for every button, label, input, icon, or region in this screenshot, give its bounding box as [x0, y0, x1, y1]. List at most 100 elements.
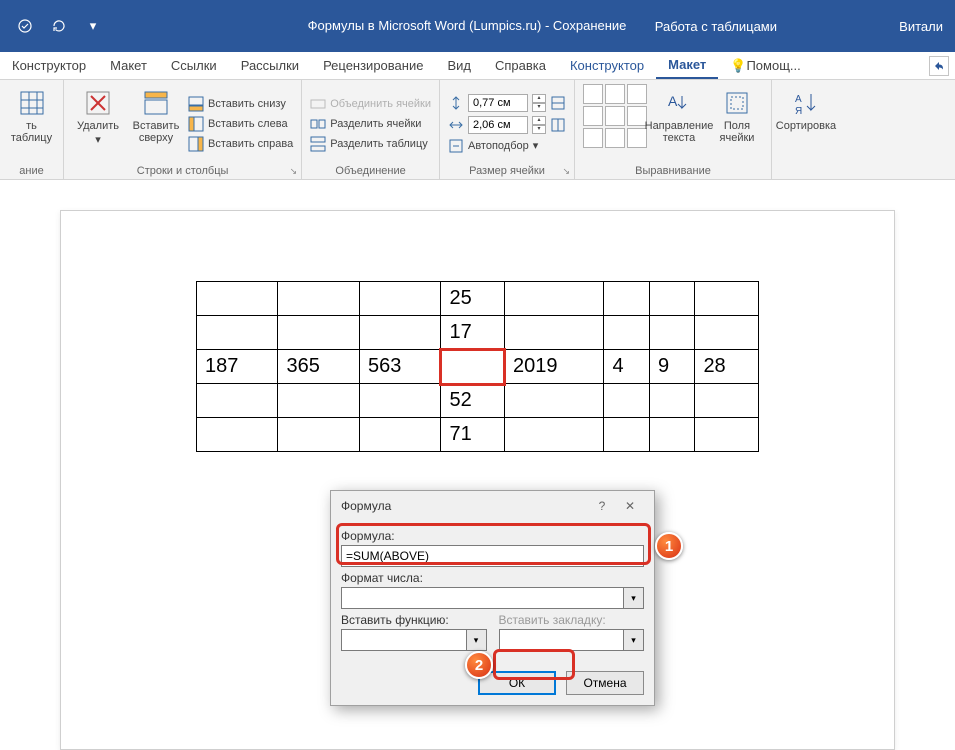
align-bc[interactable] [605, 128, 625, 148]
ribbon-tabstrip: Конструктор Макет Ссылки Рассылки Реценз… [0, 52, 955, 80]
group-label-rows-cols: Строки и столбцы↘ [72, 163, 293, 177]
draw-table-button[interactable]: ть таблицу [8, 84, 55, 163]
autofit-icon [448, 138, 464, 154]
title-bar: ▾ Формулы в Microsoft Word (Lumpics.ru) … [0, 0, 955, 52]
autosave-toggle[interactable] [12, 13, 38, 39]
width-spinner[interactable]: ▴▾ [532, 116, 546, 134]
tab-references[interactable]: Ссылки [159, 52, 229, 79]
insert-above-icon [141, 88, 171, 118]
user-name[interactable]: Витали [899, 19, 943, 34]
formula-input[interactable] [341, 545, 644, 567]
split-table-button[interactable]: Разделить таблицу [310, 136, 431, 152]
formula-dialog: Формула ? ✕ Формула: Формат числа: ▾ Вст… [330, 490, 655, 706]
table-row: 25 [197, 282, 759, 316]
tab-constructor[interactable]: Конструктор [0, 52, 98, 79]
dialog-launcher-icon[interactable]: ↘ [562, 166, 570, 177]
word-table[interactable]: 25 17 18736556320194928 52 71 [196, 281, 759, 452]
table-row: 17 [197, 316, 759, 350]
chevron-down-icon[interactable]: ▾ [624, 587, 644, 609]
delete-label: Удалить [77, 120, 119, 132]
align-tl[interactable] [583, 84, 603, 104]
table-row: 18736556320194928 [197, 350, 759, 384]
number-format-label: Формат числа: [341, 571, 644, 585]
dialog-title: Формула [341, 499, 391, 513]
insert-bookmark-label: Вставить закладку: [499, 613, 645, 627]
group-label-draw: ание [8, 163, 55, 177]
svg-text:Я: Я [795, 106, 802, 116]
distribute-rows-icon[interactable] [550, 95, 566, 111]
svg-text:A: A [668, 93, 678, 109]
col-width-icon [448, 117, 464, 133]
refresh-icon[interactable] [46, 13, 72, 39]
tab-tellme[interactable]: 💡 Помощ... [718, 52, 812, 79]
insert-below-button[interactable]: Вставить снизу [188, 96, 293, 112]
help-button[interactable]: ? [588, 499, 616, 513]
ribbon: ть таблицу ание Удалить▾ Вставить сверху… [0, 80, 955, 180]
chevron-down-icon[interactable]: ▾ [624, 629, 644, 651]
insert-left-button[interactable]: Вставить слева [188, 116, 293, 132]
row-height-input[interactable] [468, 94, 528, 112]
sort-button[interactable]: АЯСортировка [780, 84, 832, 175]
tab-mailings[interactable]: Рассылки [229, 52, 311, 79]
chevron-down-icon[interactable]: ▾ [467, 629, 487, 651]
ok-button[interactable]: ОК [478, 671, 556, 695]
formula-label: Формула: [341, 529, 644, 543]
split-icon [310, 116, 326, 132]
cell-margins-icon [722, 88, 752, 118]
insert-left-icon [188, 116, 204, 132]
number-format-combo[interactable]: ▾ [341, 587, 644, 609]
tellme-label: Помощ... [746, 58, 800, 73]
align-tc[interactable] [605, 84, 625, 104]
alignment-grid [583, 84, 647, 163]
grid-icon [17, 88, 47, 118]
qat-dropdown[interactable]: ▾ [80, 13, 106, 39]
tab-layout[interactable]: Макет [98, 52, 159, 79]
close-button[interactable]: ✕ [616, 499, 644, 513]
col-width-input[interactable] [468, 116, 528, 134]
insert-function-combo[interactable]: ▾ [341, 629, 487, 651]
delete-button[interactable]: Удалить▾ [72, 84, 124, 163]
tab-review[interactable]: Рецензирование [311, 52, 435, 79]
sort-icon: АЯ [791, 88, 821, 118]
align-mc[interactable] [605, 106, 625, 126]
insert-above-label: Вставить сверху [133, 120, 180, 144]
tab-help[interactable]: Справка [483, 52, 558, 79]
group-label-alignment: Выравнивание [583, 163, 763, 177]
height-spinner[interactable]: ▴▾ [532, 94, 546, 112]
dialog-launcher-icon[interactable]: ↘ [290, 166, 298, 177]
text-direction-button[interactable]: AНаправление текста [653, 84, 705, 163]
split-table-icon [310, 136, 326, 152]
insert-bookmark-combo[interactable]: ▾ [499, 629, 645, 651]
autofit-button[interactable]: Автоподбор ▾ [448, 138, 566, 154]
insert-right-button[interactable]: Вставить справа [188, 136, 293, 152]
align-ml[interactable] [583, 106, 603, 126]
insert-below-icon [188, 96, 204, 112]
tab-view[interactable]: Вид [435, 52, 483, 79]
annotation-marker-2: 2 [465, 651, 493, 679]
cancel-button[interactable]: Отмена [566, 671, 644, 695]
context-tab-label: Работа с таблицами [627, 15, 805, 38]
align-tr[interactable] [627, 84, 647, 104]
tab-table-design[interactable]: Конструктор [558, 52, 656, 79]
text-direction-icon: A [664, 88, 694, 118]
row-height-icon [448, 95, 464, 111]
svg-text:А: А [795, 94, 802, 105]
split-cells-button[interactable]: Разделить ячейки [310, 116, 431, 132]
merge-cells-button[interactable]: Объединить ячейки [310, 96, 431, 112]
tab-table-layout[interactable]: Макет [656, 52, 718, 79]
cell-margins-button[interactable]: Поля ячейки [711, 84, 763, 163]
merge-icon [310, 96, 326, 112]
delete-icon [83, 88, 113, 118]
selected-cell[interactable] [441, 350, 505, 384]
share-button[interactable] [929, 56, 949, 76]
table-row: 52 [197, 384, 759, 418]
group-label-merge: Объединение [310, 163, 431, 177]
insert-right-icon [188, 136, 204, 152]
document-title: Формулы в Microsoft Word (Lumpics.ru) - … [308, 18, 648, 34]
insert-function-label: Вставить функцию: [341, 613, 487, 627]
draw-table-label: ть таблицу [8, 120, 55, 144]
insert-above-button[interactable]: Вставить сверху [130, 84, 182, 163]
align-bl[interactable] [583, 128, 603, 148]
distribute-cols-icon[interactable] [550, 117, 566, 133]
table-row: 71 [197, 418, 759, 452]
